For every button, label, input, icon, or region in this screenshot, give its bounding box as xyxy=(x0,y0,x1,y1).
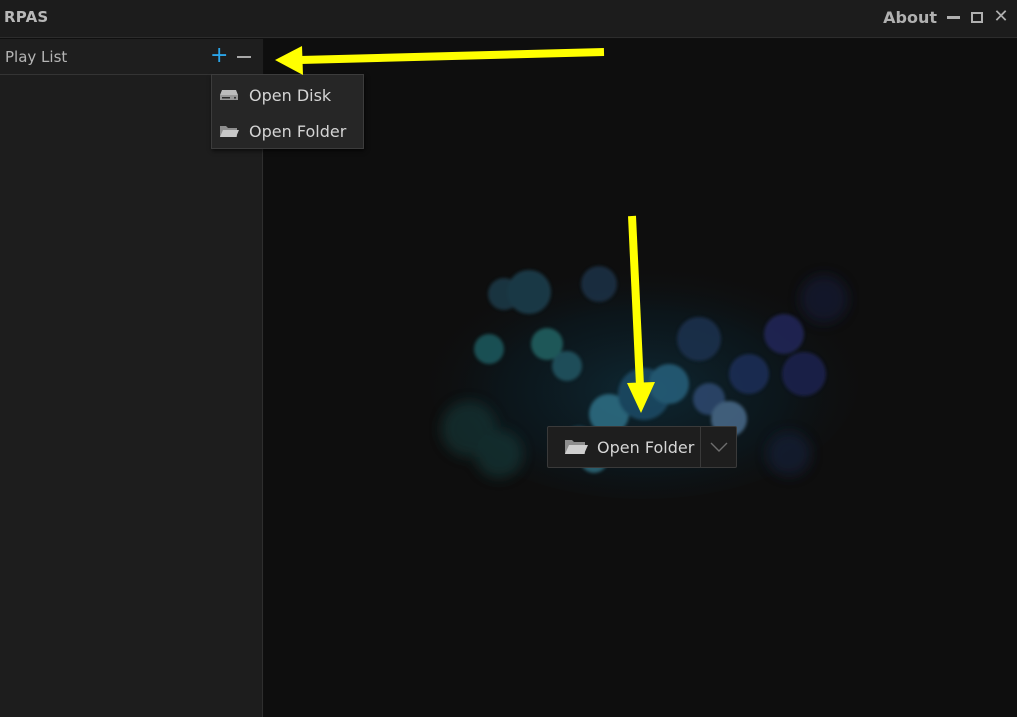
menu-item-label: Open Disk xyxy=(249,85,332,105)
plus-icon: + xyxy=(210,43,229,68)
add-button[interactable]: + xyxy=(210,44,228,68)
remove-button[interactable] xyxy=(235,44,253,68)
app-title: RPAS xyxy=(4,8,49,26)
minimize-button[interactable] xyxy=(945,9,961,25)
add-dropdown-menu: Open Disk Open Folder xyxy=(211,74,364,149)
maximize-button[interactable] xyxy=(969,9,985,25)
maximize-icon xyxy=(971,11,983,23)
title-bar: RPAS About ✕ xyxy=(0,0,1017,38)
disk-drive-icon xyxy=(218,87,240,103)
playlist-title: Play List xyxy=(5,48,68,66)
playlist-header: Play List + xyxy=(0,39,263,75)
folder-icon xyxy=(563,437,589,457)
chevron-down-icon xyxy=(710,442,728,452)
open-folder-button[interactable]: Open Folder xyxy=(548,427,700,467)
window-controls: About ✕ xyxy=(883,6,1009,28)
minus-icon xyxy=(237,56,251,58)
menu-item-open-folder[interactable]: Open Folder xyxy=(212,113,363,149)
close-button[interactable]: ✕ xyxy=(993,6,1009,27)
about-link[interactable]: About xyxy=(883,8,937,27)
minimize-icon xyxy=(946,16,960,19)
close-icon: ✕ xyxy=(993,6,1009,27)
main-area: Open Folder xyxy=(264,39,1017,717)
folder-icon xyxy=(218,123,240,139)
open-folder-label: Open Folder xyxy=(597,437,695,457)
open-options-dropdown[interactable] xyxy=(700,427,736,467)
open-folder-split-button: Open Folder xyxy=(547,426,738,468)
menu-item-open-disk[interactable]: Open Disk xyxy=(212,77,363,113)
menu-item-label: Open Folder xyxy=(249,121,347,141)
app-window: RPAS About ✕ Play List + Open Disk Open … xyxy=(0,0,1017,717)
